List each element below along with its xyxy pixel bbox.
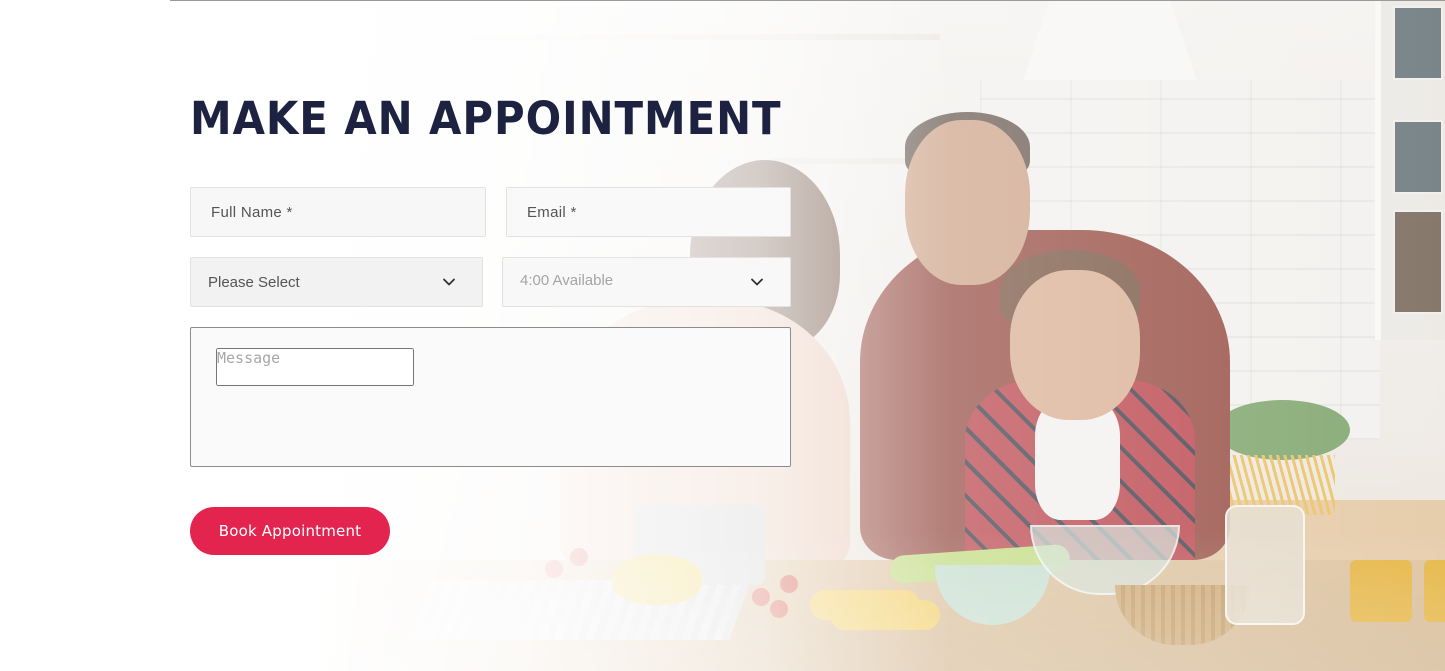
service-select-value: Please Select bbox=[208, 273, 300, 291]
book-appointment-button[interactable]: Book Appointment bbox=[190, 507, 390, 555]
full-name-input[interactable] bbox=[211, 188, 485, 236]
message-textarea[interactable] bbox=[216, 348, 414, 386]
chevron-down-icon bbox=[751, 278, 763, 286]
message-field[interactable] bbox=[190, 327, 791, 467]
full-name-field[interactable] bbox=[190, 187, 486, 237]
page-title: MAKE AN APPOINTMENT bbox=[190, 92, 782, 145]
email-input[interactable] bbox=[527, 188, 790, 236]
chevron-down-icon bbox=[443, 278, 455, 286]
email-field[interactable] bbox=[506, 187, 791, 237]
appointment-section: MAKE AN APPOINTMENT Please Select 4:00 A… bbox=[0, 0, 1445, 671]
time-select[interactable]: 4:00 Available bbox=[502, 257, 791, 307]
service-select[interactable]: Please Select bbox=[190, 257, 483, 307]
time-select-value: 4:00 Available bbox=[520, 271, 614, 289]
